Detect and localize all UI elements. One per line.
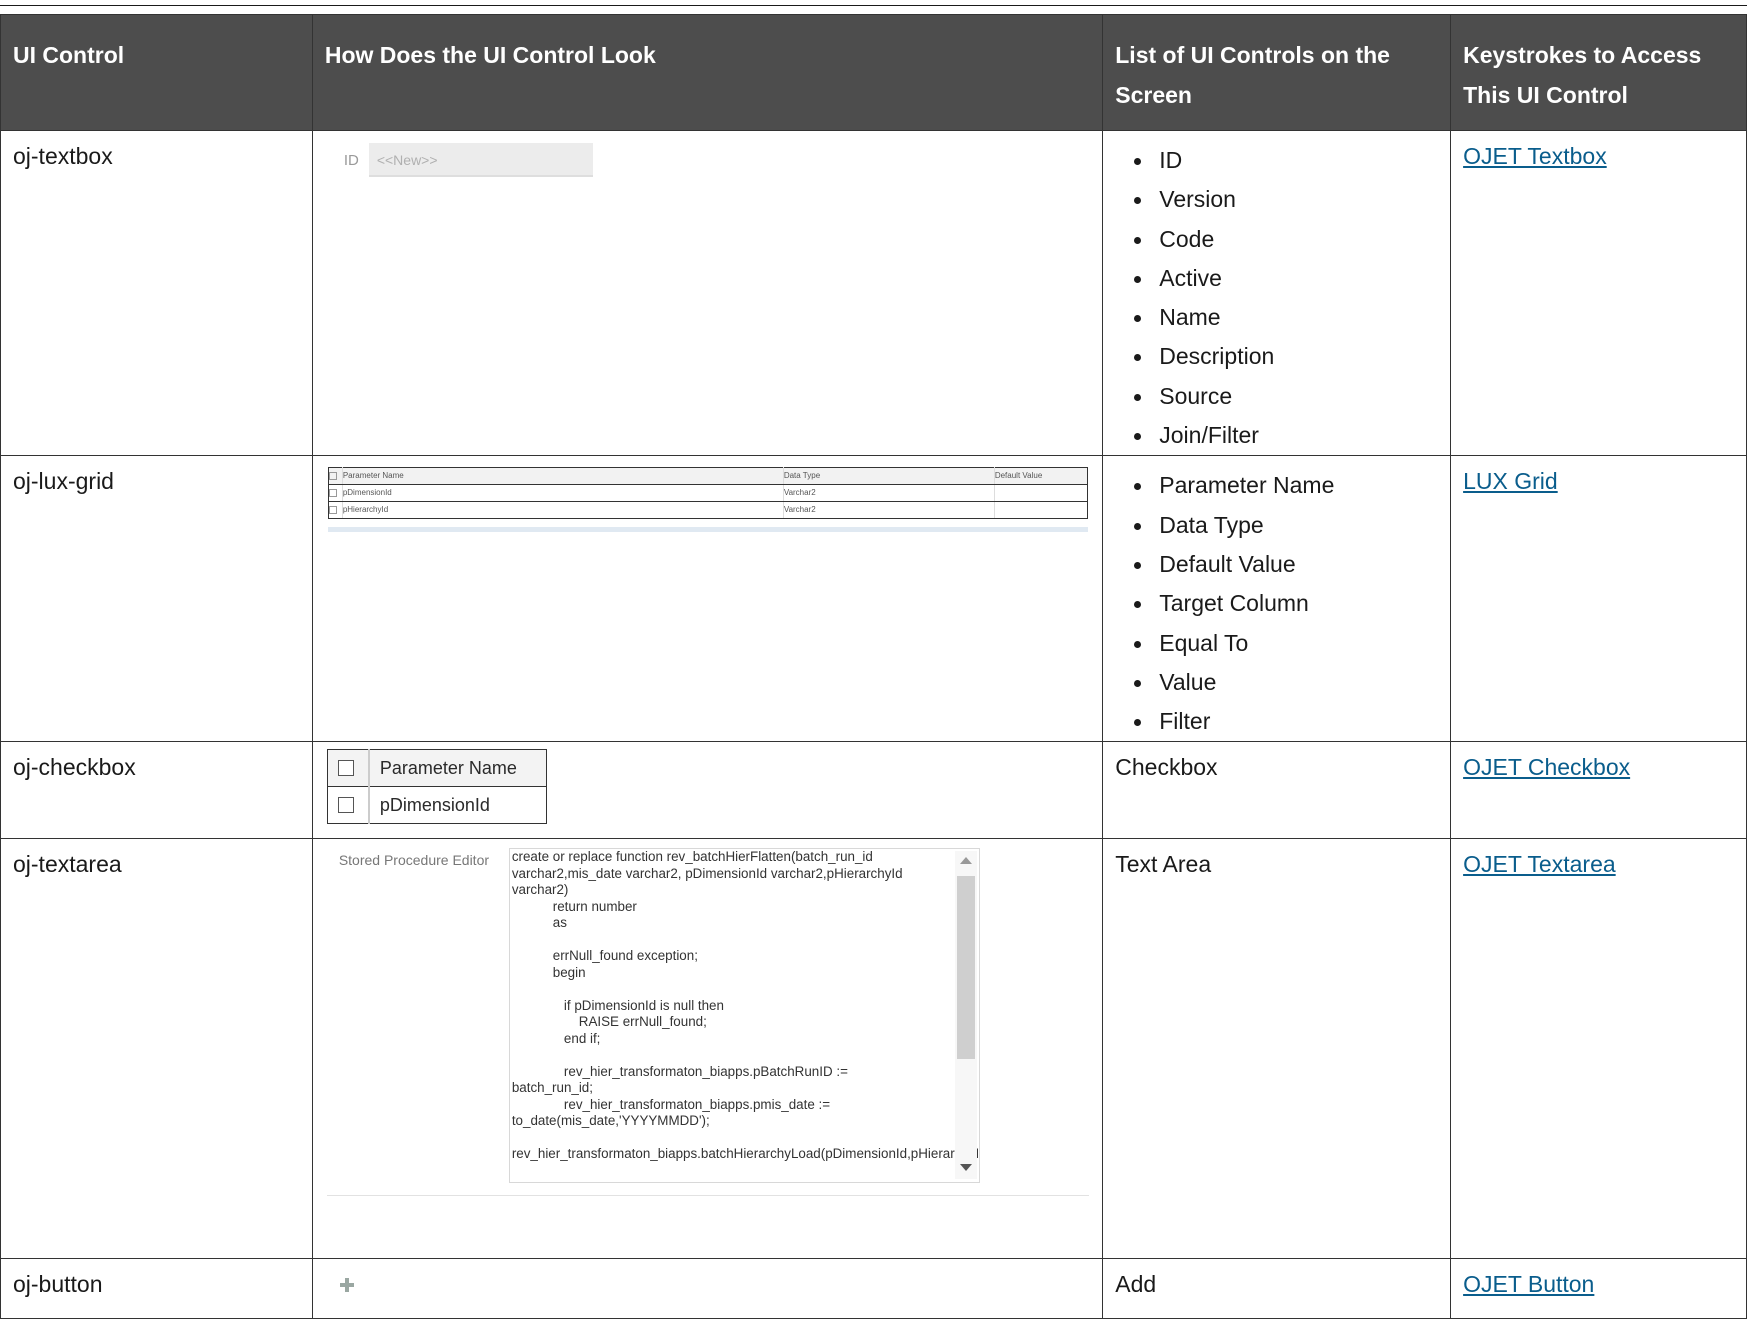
row-checkbox[interactable] bbox=[337, 797, 354, 814]
scrollbar-thumb[interactable] bbox=[956, 876, 975, 1060]
grid-header-row: Parameter Name Data Type Default Value bbox=[327, 467, 1088, 486]
table-header-row: UI Control How Does the UI Control Look … bbox=[0, 14, 1747, 131]
textbox-label: ID bbox=[343, 152, 359, 169]
top-rule bbox=[0, 5, 1747, 6]
header-keystrokes: Keystrokes to Access This UI Control bbox=[1450, 14, 1747, 131]
ojet-textarea-link[interactable]: OJET Textarea bbox=[1463, 851, 1616, 877]
ojet-textbox-link[interactable]: OJET Textbox bbox=[1463, 143, 1607, 169]
grid-cell bbox=[993, 484, 1088, 503]
list-item: Active bbox=[1103, 259, 1450, 298]
list-item: Name bbox=[1103, 298, 1450, 337]
list-item: ID bbox=[1103, 141, 1450, 180]
id-textbox[interactable]: <<New>> bbox=[368, 143, 593, 177]
grid-cell bbox=[993, 501, 1088, 520]
grid-cell: pDimensionId bbox=[341, 484, 784, 503]
checkbox-grid: Parameter Name pDimensionId bbox=[326, 749, 547, 825]
checkbox-sample: Parameter Name pDimensionId bbox=[313, 742, 1102, 837]
control-name: oj-lux-grid bbox=[13, 468, 114, 495]
header-controls-list: List of UI Controls on the Screen bbox=[1102, 14, 1452, 131]
checkbox-row: pDimensionId bbox=[326, 786, 547, 825]
ojet-checkbox-link[interactable]: OJET Checkbox bbox=[1463, 754, 1630, 780]
table-row: oj-lux-grid Parameter Name Data Type Def… bbox=[0, 455, 1747, 743]
checkbox-cell: pDimensionId bbox=[368, 786, 547, 825]
grid-cell: Varchar2 bbox=[782, 484, 995, 503]
list-item: Default Value bbox=[1103, 545, 1450, 584]
table-row: oj-checkbox Parameter Name pDimensionId bbox=[0, 741, 1747, 840]
textarea-sample: Stored Procedure Editor create or replac… bbox=[313, 839, 1102, 1257]
control-name: oj-textbox bbox=[13, 143, 113, 169]
grid-row[interactable]: pDimensionId Varchar2 bbox=[327, 484, 1088, 503]
table-row: oj-textarea Stored Procedure Editor crea… bbox=[0, 838, 1747, 1260]
grid-column-header: Data Type bbox=[782, 467, 995, 486]
lux-grid-link[interactable]: LUX Grid bbox=[1463, 468, 1558, 494]
ui-controls-table: UI Control How Does the UI Control Look … bbox=[0, 14, 1747, 1319]
control-name: oj-button bbox=[13, 1271, 103, 1298]
list-item: Target Column bbox=[1103, 584, 1450, 623]
controls-text: Text Area bbox=[1115, 851, 1212, 878]
grid-cell: pHierarchyId bbox=[341, 501, 784, 520]
list-item: Parameter Name bbox=[1103, 466, 1450, 505]
list-item: Join/Filter bbox=[1103, 416, 1450, 455]
select-all-checkbox[interactable] bbox=[328, 472, 337, 481]
table-row: oj-textbox ID <<New>> ID Version Code Ac… bbox=[0, 129, 1747, 457]
textarea-label: Stored Procedure Editor bbox=[338, 852, 490, 869]
header-ui-control: UI Control bbox=[0, 14, 313, 131]
row-checkbox[interactable] bbox=[328, 489, 337, 498]
row-checkbox[interactable] bbox=[328, 506, 337, 515]
list-item: Equal To bbox=[1103, 624, 1450, 663]
textarea-divider bbox=[326, 1195, 1089, 1197]
grid-cell: Varchar2 bbox=[782, 501, 995, 520]
checkbox-column-header: Parameter Name bbox=[368, 749, 547, 788]
control-name: oj-checkbox bbox=[13, 754, 136, 781]
grid-row[interactable]: pHierarchyId Varchar2 bbox=[327, 501, 1088, 520]
textarea-scrollbar[interactable] bbox=[954, 851, 977, 1180]
scroll-up-icon[interactable] bbox=[959, 857, 972, 865]
list-item: Description bbox=[1103, 337, 1450, 376]
list-item: Code bbox=[1103, 220, 1450, 259]
controls-text: Add bbox=[1115, 1271, 1157, 1298]
controls-text: Checkbox bbox=[1115, 754, 1218, 781]
controls-list: Parameter Name Data Type Default Value T… bbox=[1103, 456, 1450, 741]
list-item: Version bbox=[1103, 180, 1450, 219]
scroll-down-icon[interactable] bbox=[959, 1164, 972, 1172]
grid-footer-bar bbox=[327, 527, 1088, 533]
add-plus-icon[interactable] bbox=[339, 1278, 354, 1293]
list-item: Filter bbox=[1103, 702, 1450, 741]
controls-list: ID Version Code Active Name Description … bbox=[1103, 131, 1450, 455]
control-name: oj-textarea bbox=[13, 851, 122, 878]
textbox-sample: ID <<New>> bbox=[313, 131, 1102, 453]
checkbox-header-row: Parameter Name bbox=[326, 749, 547, 788]
stored-procedure-textarea[interactable]: create or replace function rev_batchHier… bbox=[508, 848, 980, 1184]
list-item: Source bbox=[1103, 377, 1450, 416]
lux-grid-sample: Parameter Name Data Type Default Value p… bbox=[313, 456, 1102, 738]
header-checkbox[interactable] bbox=[337, 760, 354, 777]
list-item: Data Type bbox=[1103, 506, 1450, 545]
textarea-content: create or replace function rev_batchHier… bbox=[511, 849, 980, 1162]
list-item: Value bbox=[1103, 663, 1450, 702]
parameter-grid: Parameter Name Data Type Default Value p… bbox=[327, 467, 1088, 520]
table-row: oj-button Add OJET Button bbox=[0, 1258, 1747, 1319]
grid-column-header: Default Value bbox=[993, 467, 1088, 486]
header-how-it-looks: How Does the UI Control Look bbox=[311, 14, 1104, 131]
ojet-button-link[interactable]: OJET Button bbox=[1463, 1271, 1594, 1297]
grid-column-header: Parameter Name bbox=[341, 467, 784, 486]
